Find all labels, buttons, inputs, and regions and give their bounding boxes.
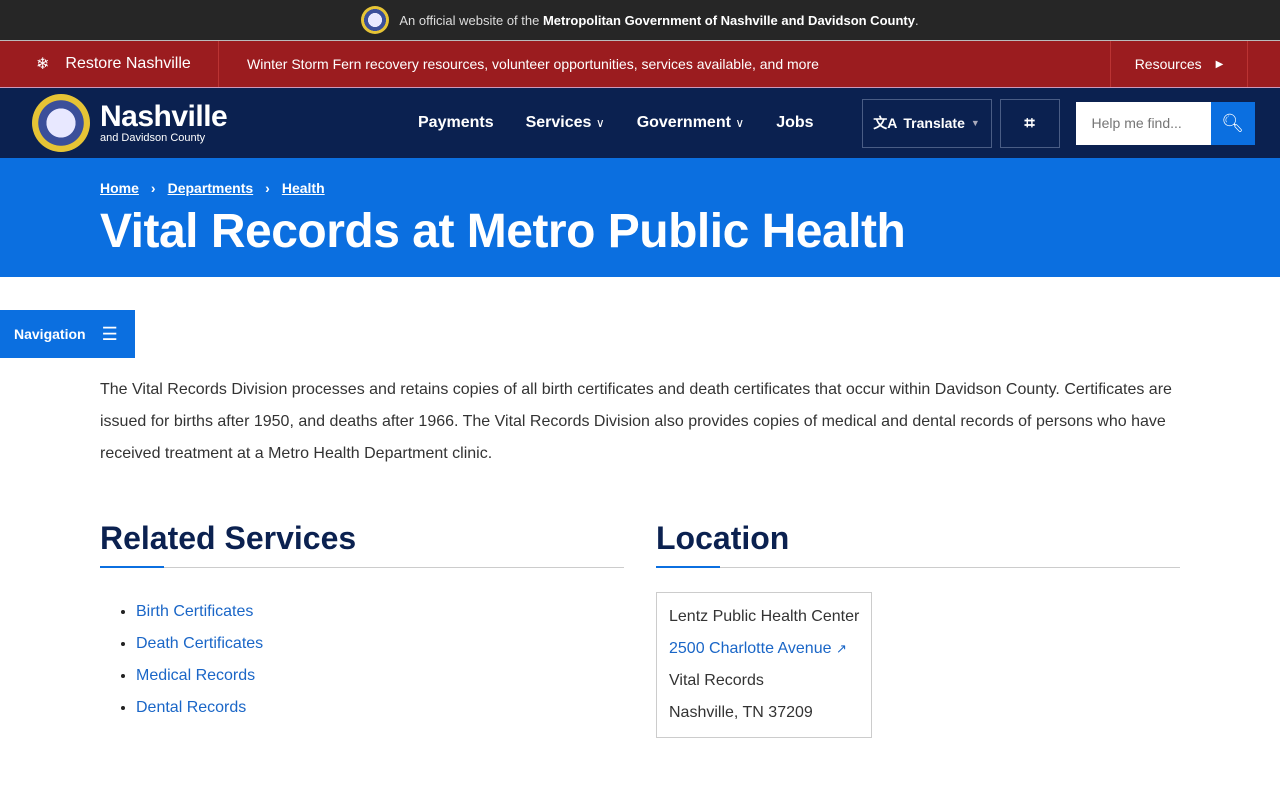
caret-right-icon: ▶ (1215, 58, 1224, 70)
main-menu: Payments Services ∨ Government ∨ Jobs (418, 114, 814, 132)
snowflake-icon: ❄ (36, 56, 50, 73)
scan-button[interactable]: ⌗ (999, 98, 1060, 148)
location-section: Location Lentz Public Health Center 2500… (656, 520, 1180, 738)
birth-certificates-link[interactable]: Birth Certificates (136, 603, 253, 620)
chevron-right-icon: › (265, 180, 270, 196)
restore-nashville-link[interactable]: ❄ Restore Nashville (0, 41, 219, 87)
menu-payments[interactable]: Payments (418, 114, 494, 132)
breadcrumb-home[interactable]: Home (100, 180, 139, 196)
translate-icon: 文A (873, 115, 898, 131)
nashville-seal-icon (32, 94, 90, 152)
list-item: Death Certificates (136, 628, 624, 660)
menu-government-label: Government (636, 114, 731, 131)
alert-title: Restore Nashville (65, 55, 191, 72)
site-subtitle: and Davidson County (100, 132, 206, 144)
list-item: Birth Certificates (136, 596, 624, 628)
related-services-list: Birth Certificates Death Certificates Me… (136, 596, 624, 724)
search-form: 🔍︎ (1075, 101, 1255, 145)
intro-text: The Vital Records Division processes and… (100, 381, 1172, 462)
menu-government[interactable]: Government ∨ (637, 114, 745, 132)
breadcrumb: Home › Departments › Health (100, 158, 1280, 196)
navigation-label: Navigation (14, 326, 86, 342)
medical-records-link[interactable]: Medical Records (136, 667, 255, 684)
breadcrumb-health[interactable]: Health (282, 180, 325, 196)
menu-services-label: Services (525, 114, 592, 131)
resources-label: Resources (1134, 56, 1202, 72)
list-item: Medical Records (136, 660, 624, 692)
death-certificates-link[interactable]: Death Certificates (136, 635, 263, 652)
chevron-down-icon: ∨ (595, 116, 605, 130)
location-card: Lentz Public Health Center 2500 Charlott… (656, 592, 873, 738)
main-header: Nashville and Davidson County Payments Se… (0, 88, 1280, 158)
menu-jobs[interactable]: Jobs (776, 114, 813, 132)
dental-records-link[interactable]: Dental Records (136, 699, 246, 716)
chevron-down-icon: ∨ (735, 116, 745, 130)
page-title: Vital Records at Metro Public Health (100, 205, 906, 258)
external-link-icon: ↗ (835, 641, 847, 656)
address-link[interactable]: 2500 Charlotte Avenue (669, 640, 832, 657)
home-logo[interactable]: Nashville and Davidson County (32, 94, 362, 152)
translate-button[interactable]: 文A Translate ▼ (861, 98, 992, 148)
search-input[interactable] (1075, 101, 1211, 145)
menu-icon: ☰ (101, 323, 118, 344)
caret-down-icon: ▼ (970, 118, 980, 128)
search-icon: 🔍︎ (1221, 112, 1244, 133)
menu-services[interactable]: Services ∨ (526, 114, 605, 132)
circuit-icon: ⌗ (1024, 112, 1035, 133)
breadcrumb-departments[interactable]: Departments (168, 180, 254, 196)
banner-org: Metropolitan Government of Nashville and… (542, 12, 915, 28)
location-dept: Vital Records (669, 672, 764, 689)
search-button[interactable]: 🔍︎ (1210, 101, 1255, 145)
site-name: Nashville (100, 100, 228, 133)
official-banner: An official website of the Metropolitan … (0, 0, 1280, 41)
navigation-button[interactable]: Navigation ☰ (0, 310, 135, 358)
location-city: Nashville, TN 37209 (669, 704, 813, 721)
resources-button[interactable]: Resources ▶ (1110, 41, 1248, 87)
location-heading: Location (656, 520, 1180, 568)
banner-prefix: An official website of the (399, 12, 540, 28)
banner-suffix: . (914, 12, 919, 28)
list-item: Dental Records (136, 692, 624, 724)
chevron-right-icon: › (150, 180, 156, 196)
metro-seal-icon (361, 6, 390, 34)
related-services-heading: Related Services (100, 520, 624, 568)
page-hero: Home › Departments › Health Vital Records … (0, 158, 1280, 277)
alert-bar: ❄ Restore Nashville Winter Storm Fern rec… (0, 41, 1280, 88)
related-services: Related Services Birth Certificates Deat… (100, 520, 624, 724)
location-name: Lentz Public Health Center (669, 608, 860, 625)
translate-label: Translate (903, 115, 965, 131)
alert-message[interactable]: Winter Storm Fern recovery resources, vo… (219, 56, 1110, 72)
